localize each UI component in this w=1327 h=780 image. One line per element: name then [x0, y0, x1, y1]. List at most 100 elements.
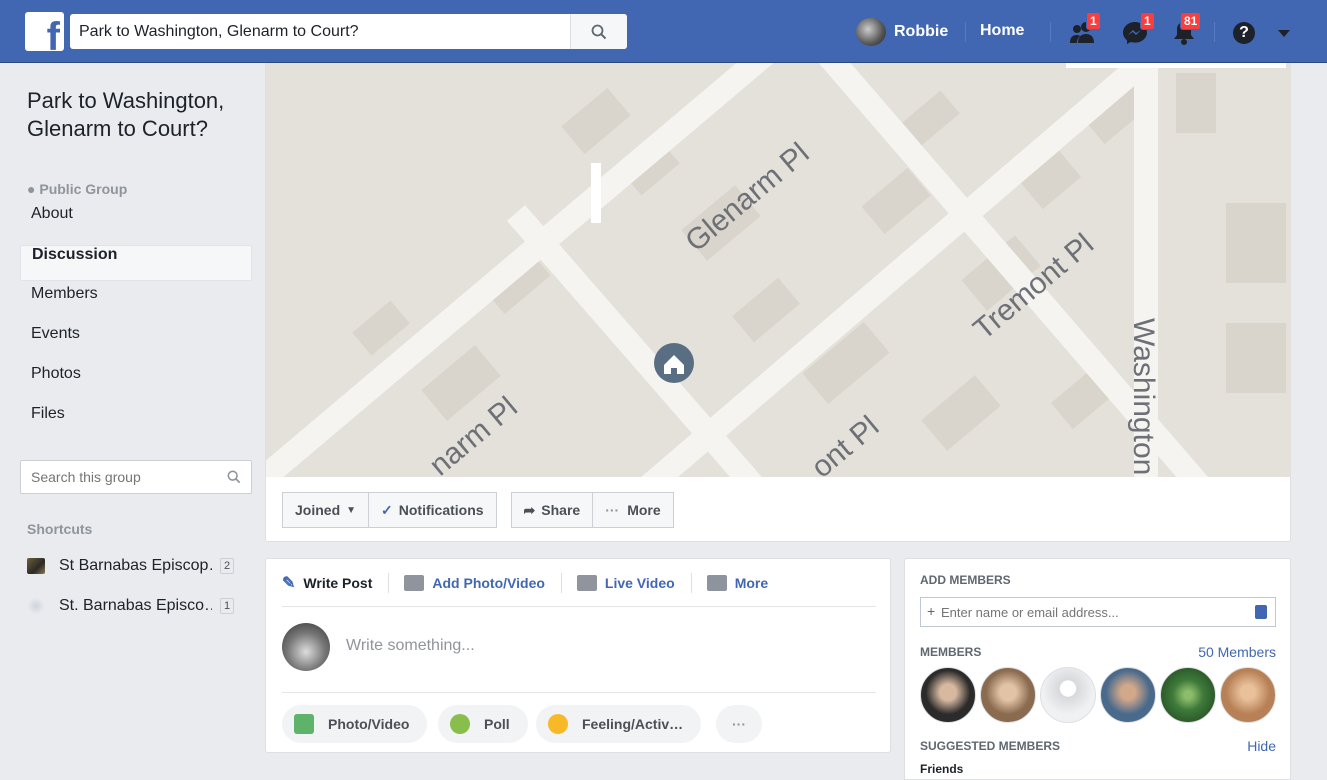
- members-count-link[interactable]: 50 Members: [1198, 644, 1276, 660]
- photo-video-label: Photo/Video: [328, 716, 410, 732]
- messages-badge: 1: [1140, 12, 1155, 30]
- hide-link[interactable]: Hide: [1247, 738, 1276, 754]
- group-cover-card: Glenarm Pl Tremont Pl Washington narm Pl…: [265, 63, 1291, 542]
- shortcut-count: 2: [220, 558, 235, 574]
- group-search: [20, 460, 252, 494]
- group-search-input[interactable]: [21, 461, 211, 493]
- member-avatar[interactable]: [920, 667, 976, 723]
- poll-button[interactable]: Poll: [438, 705, 528, 743]
- contacts-icon[interactable]: [1255, 605, 1267, 619]
- compose-input[interactable]: Write something...: [346, 637, 475, 655]
- video-camera-icon: [576, 574, 597, 591]
- checkmark-icon: ✓: [381, 501, 393, 518]
- more-label: More: [627, 502, 661, 518]
- notifications-label: Notifications: [398, 502, 484, 518]
- shortcut-item[interactable]: St Barnabas Episcop… 2: [27, 555, 252, 577]
- camera-icon: [404, 574, 425, 591]
- map-street-label: Washington: [1127, 318, 1160, 475]
- tab-more[interactable]: More: [690, 559, 784, 607]
- nav-events[interactable]: Events: [20, 325, 252, 361]
- tab-write-post[interactable]: ✎ Write Post: [282, 559, 388, 607]
- cover-map[interactable]: Glenarm Pl Tremont Pl Washington narm Pl…: [266, 63, 1291, 477]
- share-label: Share: [541, 502, 581, 518]
- friend-requests-button[interactable]: 1: [1068, 12, 1101, 47]
- pencil-icon: ✎: [282, 574, 296, 592]
- group-thumbnail-icon: [27, 598, 45, 614]
- post-composer: ✎ Write Post Add Photo/Video Live Video …: [265, 558, 891, 753]
- tab-add-photo-video[interactable]: Add Photo/Video: [388, 559, 561, 607]
- feeling-activity-button[interactable]: Feeling/Activ…: [536, 705, 702, 743]
- nav-photos[interactable]: Photos: [20, 365, 252, 401]
- share-button[interactable]: ➦ Share: [510, 492, 594, 528]
- global-search: [70, 14, 627, 49]
- search-icon[interactable]: [227, 470, 241, 484]
- chevron-down-icon: ▼: [346, 504, 357, 516]
- add-members-input[interactable]: [921, 598, 1241, 626]
- friend-requests-badge: 1: [1086, 12, 1101, 30]
- nav-discussion[interactable]: Discussion: [20, 245, 252, 281]
- more-options-button[interactable]: ···: [716, 705, 762, 743]
- ellipsis-icon: ···: [605, 502, 620, 518]
- joined-label: Joined: [295, 502, 341, 518]
- tab-write-post-label: Write Post: [303, 574, 373, 591]
- composer-options: Photo/Video Poll Feeling/Activ… ···: [282, 692, 876, 743]
- top-bar: f Robbie Home 1 1 81 ?: [0, 0, 1327, 63]
- tab-add-photo-video-label: Add Photo/Video: [432, 574, 545, 591]
- members-panel: ADD MEMBERS + MEMBERS 50 Members SUGGEST…: [904, 558, 1291, 780]
- member-avatar[interactable]: [1100, 667, 1156, 723]
- globe-icon: ●: [27, 181, 36, 197]
- avatar: [282, 623, 330, 671]
- profile-link[interactable]: Robbie: [856, 18, 948, 46]
- group-actions: Joined ▼ ✓ Notifications ➦ Share ··· Mor…: [282, 492, 674, 528]
- joined-button[interactable]: Joined ▼: [282, 492, 370, 528]
- nav-about[interactable]: About: [20, 205, 252, 241]
- account-menu-caret-icon[interactable]: [1278, 30, 1290, 37]
- shortcut-count: 1: [220, 598, 235, 614]
- shortcut-item[interactable]: St. Barnabas Episco… 1: [27, 595, 252, 617]
- member-avatar[interactable]: [980, 667, 1036, 723]
- map-image: Glenarm Pl Tremont Pl Washington narm Pl…: [266, 63, 1291, 477]
- nav-files[interactable]: Files: [20, 405, 252, 441]
- notifications-badge: 81: [1180, 12, 1202, 30]
- share-arrow-icon: ➦: [523, 501, 536, 518]
- suggested-members-heading: SUGGESTED MEMBERS: [920, 739, 1061, 753]
- group-privacy: ● Public Group: [27, 181, 127, 197]
- shortcut-label: St. Barnabas Episco…: [59, 597, 212, 614]
- plus-icon: +: [927, 603, 936, 619]
- composer-tabs: ✎ Write Post Add Photo/Video Live Video …: [282, 559, 876, 607]
- home-link[interactable]: Home: [980, 22, 1024, 40]
- group-thumbnail-icon: [27, 558, 45, 574]
- poll-icon: [450, 714, 470, 734]
- messages-button[interactable]: 1: [1120, 12, 1155, 47]
- group-title[interactable]: Park to Washington, Glenarm to Court?: [27, 87, 252, 143]
- photo-icon: [294, 714, 314, 734]
- notifications-settings-button[interactable]: ✓ Notifications: [369, 492, 497, 528]
- divider: [1214, 22, 1215, 42]
- smiley-icon: [548, 714, 568, 734]
- divider: [965, 22, 966, 42]
- group-privacy-label: Public Group: [39, 181, 128, 197]
- shortcuts-heading: Shortcuts: [27, 521, 93, 537]
- nav-members[interactable]: Members: [20, 285, 252, 321]
- help-icon[interactable]: ?: [1233, 22, 1255, 44]
- member-avatar[interactable]: [1160, 667, 1216, 723]
- members-heading: MEMBERS: [920, 645, 982, 659]
- tab-live-video[interactable]: Live Video: [560, 559, 691, 607]
- search-input[interactable]: [70, 14, 570, 49]
- add-members-field: +: [920, 597, 1276, 627]
- location-pin-icon[interactable]: [654, 343, 694, 383]
- search-button[interactable]: [570, 14, 627, 49]
- facebook-logo-icon[interactable]: f: [25, 12, 64, 51]
- friends-subheading: Friends: [920, 762, 964, 776]
- search-icon: [591, 24, 607, 39]
- shortcut-label: St Barnabas Episcop…: [59, 557, 212, 574]
- user-name: Robbie: [894, 23, 949, 40]
- more-button[interactable]: ··· More: [593, 492, 674, 528]
- notifications-button[interactable]: 81: [1170, 12, 1202, 47]
- photo-video-button[interactable]: Photo/Video: [282, 705, 428, 743]
- member-avatar[interactable]: [1040, 667, 1096, 723]
- poll-label: Poll: [484, 716, 510, 732]
- tab-more-label: More: [734, 574, 769, 591]
- member-avatar[interactable]: [1220, 667, 1276, 723]
